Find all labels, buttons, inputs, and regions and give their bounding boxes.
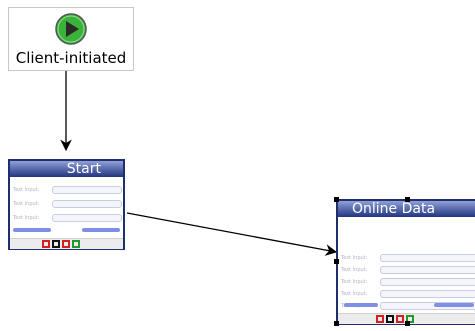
selection-handle[interactable] xyxy=(334,197,339,202)
form-button xyxy=(344,303,378,307)
default-marker-icon xyxy=(386,315,394,323)
field-label: Text Input: xyxy=(13,215,40,221)
text-field xyxy=(380,254,475,262)
error-marker-icon xyxy=(62,240,70,248)
text-field xyxy=(380,290,475,298)
error-marker-icon xyxy=(42,240,50,248)
success-marker-icon xyxy=(72,240,80,248)
text-field xyxy=(52,200,122,208)
selection-handle[interactable] xyxy=(334,321,339,326)
status-bar xyxy=(10,238,123,249)
play-icon xyxy=(55,13,87,45)
default-marker-icon xyxy=(52,240,60,248)
start-form-node[interactable]: Start Text Input: Text Input: Text Input… xyxy=(8,159,125,250)
field-label: Text Input: xyxy=(13,201,40,207)
online-data-form-node[interactable]: Online Data Text Input: Text Input: Text… xyxy=(336,199,475,325)
field-label: Text Input: xyxy=(341,267,368,273)
text-field xyxy=(380,266,475,274)
selection-handle[interactable] xyxy=(334,259,339,264)
form-title: Online Data xyxy=(338,201,475,217)
form-button xyxy=(82,228,120,232)
start-event-label: Client-initiated xyxy=(15,49,127,67)
selection-handle[interactable] xyxy=(405,197,410,202)
error-marker-icon xyxy=(396,315,404,323)
selection-handle[interactable] xyxy=(405,321,410,326)
form-button xyxy=(13,228,51,232)
text-field xyxy=(52,186,122,194)
error-marker-icon xyxy=(376,315,384,323)
edge-form-to-online-data[interactable] xyxy=(126,212,338,256)
field-label: Text Input: xyxy=(341,255,368,261)
field-label: Text Input: xyxy=(341,279,368,285)
text-field xyxy=(380,278,475,286)
text-field xyxy=(52,214,122,222)
field-label: Text Input: xyxy=(341,291,368,297)
form-button xyxy=(434,303,474,307)
field-label: Text Input: xyxy=(13,187,40,193)
diagram-canvas: Client-initiated Start Text Input: Text … xyxy=(0,0,475,331)
form-title: Start xyxy=(10,161,123,177)
